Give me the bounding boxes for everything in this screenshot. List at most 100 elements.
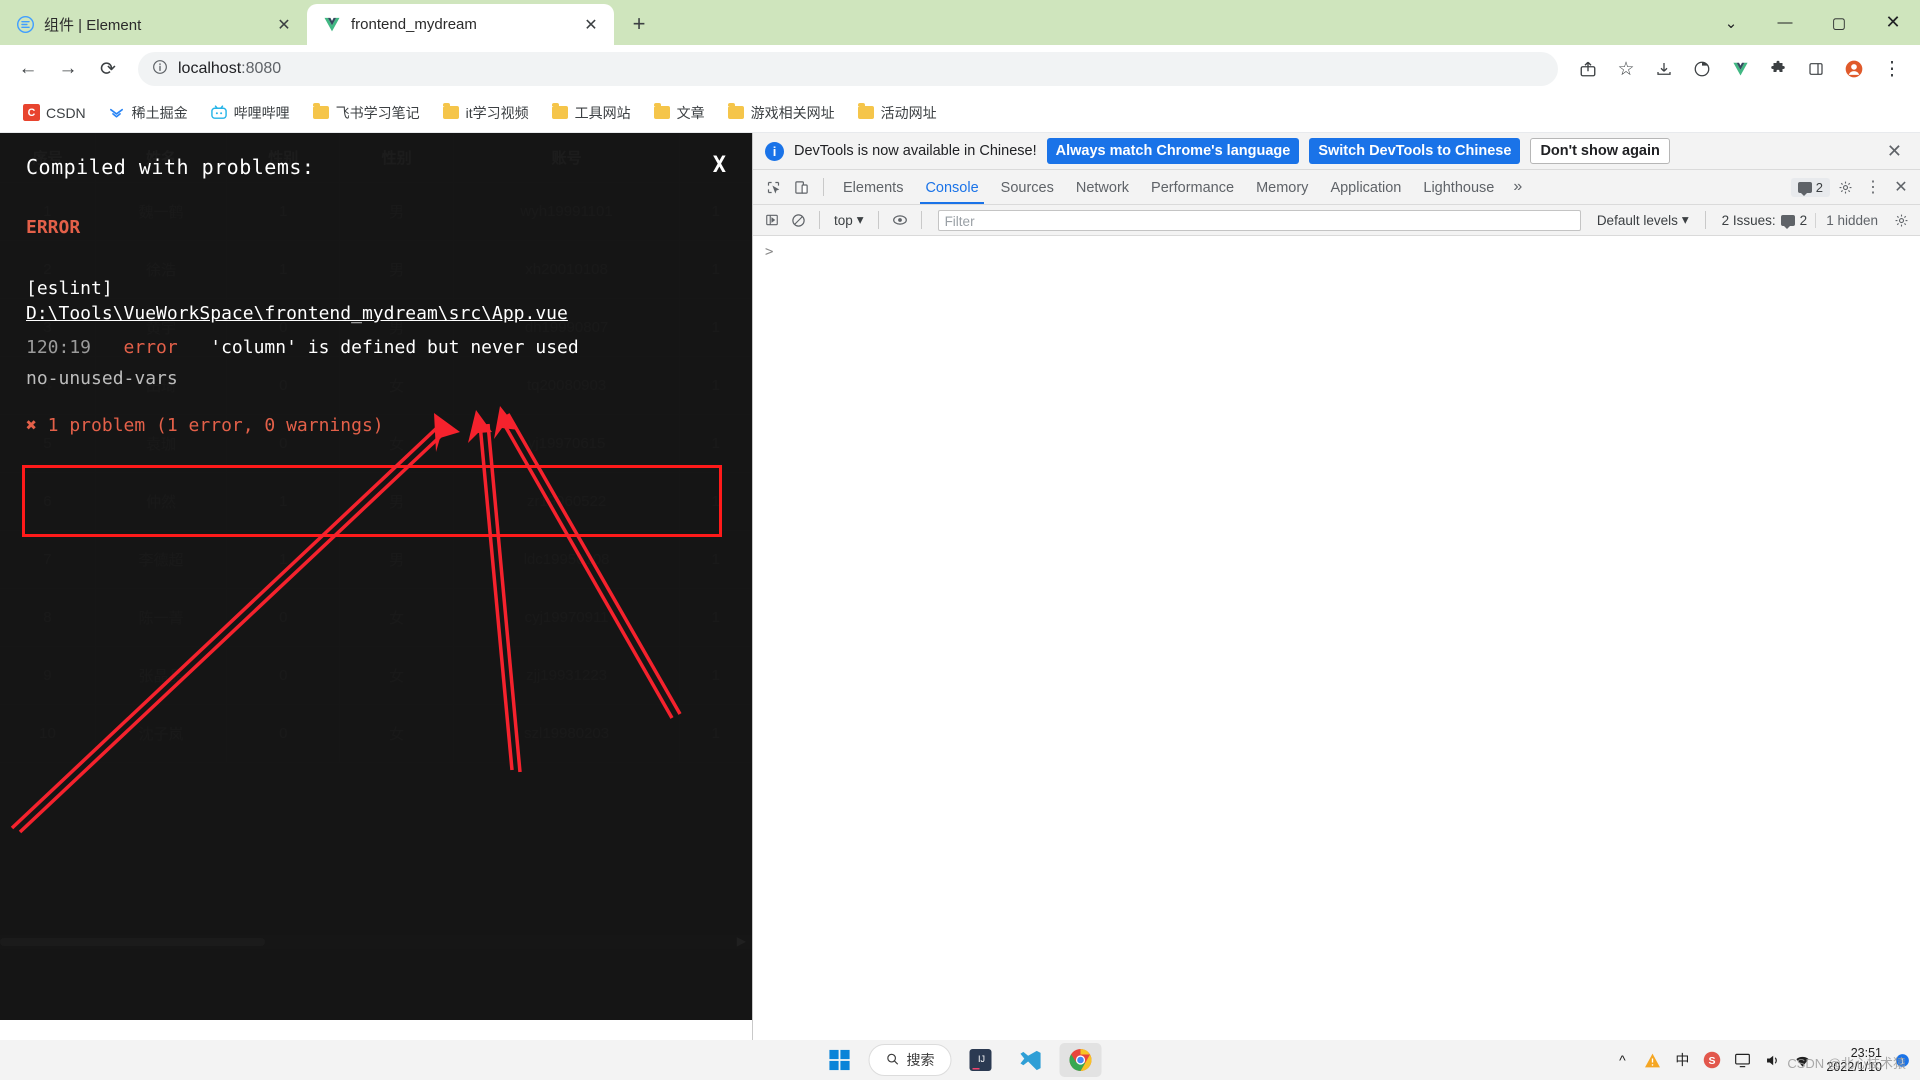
bookmark-csdn[interactable]: C CSDN (14, 100, 94, 126)
execution-context-selector[interactable]: top ▾ (828, 212, 870, 228)
divider (920, 211, 922, 229)
overlay-error-message: 120:19 error 'column' is defined but nev… (26, 337, 726, 358)
start-icon[interactable] (819, 1043, 861, 1077)
live-expression-icon[interactable] (887, 207, 913, 233)
annotation-highlight-box (22, 465, 722, 537)
always-match-language-button[interactable]: Always match Chrome's language (1046, 138, 1300, 164)
switch-devtools-language-button[interactable]: Switch DevTools to Chinese (1309, 138, 1521, 164)
taskbar-search[interactable]: 搜索 (868, 1044, 952, 1076)
ime-indicator[interactable]: 中 (1672, 1050, 1692, 1070)
console-output-area[interactable]: > (753, 237, 1920, 1040)
bookmark-label: 稀土掘金 (131, 104, 188, 121)
downloads-icon[interactable] (1646, 51, 1682, 87)
tab-network[interactable]: Network (1065, 172, 1140, 203)
clear-console-icon[interactable] (785, 207, 811, 233)
kebab-menu-icon[interactable]: ⋮ (1860, 174, 1886, 200)
overlay-rule-name: no-unused-vars (26, 368, 178, 389)
page-viewport: 序号 姓名 性别 性别 账号 1魏一鹤1男wyh1999110112徐浩1男xh… (0, 133, 1920, 1040)
browser-menu-button[interactable]: ⋮ (1874, 51, 1910, 87)
divider (877, 211, 879, 229)
close-window-button[interactable]: ✕ (1866, 0, 1920, 45)
folder-icon (551, 103, 569, 122)
display-icon[interactable] (1732, 1050, 1752, 1070)
warning-icon[interactable] (1642, 1050, 1662, 1070)
bookmark-activities[interactable]: 活动网址 (849, 99, 945, 127)
url-port: :8080 (241, 60, 282, 77)
vue-devtools-icon[interactable] (1722, 51, 1758, 87)
overlay-title: Compiled with problems: (26, 155, 315, 179)
console-filter-input[interactable]: Filter (937, 209, 1581, 231)
overlay-plugin-label: [eslint] (26, 278, 113, 299)
tab-title: frontend_mydream (351, 16, 477, 33)
chrome-icon[interactable] (1059, 1043, 1102, 1077)
tab-close-button[interactable]: ✕ (273, 14, 295, 36)
info-circle-icon[interactable] (152, 59, 168, 80)
chevron-up-icon[interactable]: ^ (1612, 1050, 1632, 1070)
divider (1704, 211, 1706, 229)
close-devtools-icon[interactable]: ✕ (1888, 174, 1914, 200)
browser-tab-element[interactable]: 组件 | Element ✕ (0, 4, 307, 45)
tab-elements[interactable]: Elements (832, 172, 914, 203)
tab-search-chevron-icon[interactable]: ⌄ (1704, 0, 1758, 45)
minimize-button[interactable]: — (1758, 0, 1812, 45)
bookmark-juejin[interactable]: 稀土掘金 (100, 99, 196, 127)
issues-indicator[interactable]: 2 Issues: 2 (1714, 212, 1816, 229)
console-settings-gear-icon[interactable] (1888, 207, 1914, 233)
bookmark-label: 工具网站 (574, 104, 631, 121)
chevron-down-icon: ▾ (1681, 212, 1689, 227)
back-button[interactable]: ← (10, 51, 46, 87)
intellij-idea-icon[interactable]: IJ (960, 1043, 1002, 1077)
profile-avatar[interactable] (1836, 51, 1872, 87)
overlay-file-path[interactable]: D:\Tools\VueWorkSpace\frontend_mydream\s… (26, 303, 726, 324)
new-tab-button[interactable]: + (622, 7, 656, 41)
tab-console[interactable]: Console (914, 172, 989, 204)
bookmark-bilibili[interactable]: 哔哩哔哩 (202, 99, 298, 127)
tab-application[interactable]: Application (1319, 172, 1412, 203)
taskbar-center: 搜索 IJ (819, 1043, 1102, 1077)
error-text: 'column' is defined but never used (210, 337, 579, 358)
dont-show-again-button[interactable]: Don't show again (1530, 138, 1670, 164)
console-sidebar-icon[interactable] (759, 207, 785, 233)
tab-close-button[interactable]: ✕ (580, 14, 602, 36)
share-icon[interactable] (1570, 51, 1606, 87)
bookmark-games[interactable]: 游戏相关网址 (719, 99, 843, 127)
bookmark-label: CSDN (46, 104, 86, 121)
overlay-close-button[interactable]: X (713, 153, 726, 178)
tab-memory[interactable]: Memory (1245, 172, 1319, 203)
device-toolbar-icon[interactable] (787, 174, 815, 200)
vscode-icon[interactable] (1010, 1043, 1052, 1077)
sogou-icon[interactable]: S (1702, 1050, 1722, 1070)
speech-bubble-icon (1797, 181, 1812, 196)
split-view-icon[interactable] (1798, 51, 1834, 87)
volume-icon[interactable] (1762, 1050, 1782, 1070)
bookmark-label: 游戏相关网址 (750, 104, 835, 121)
extension-shield-icon[interactable] (1684, 51, 1720, 87)
issues-count: 2 (1799, 212, 1808, 228)
bookmark-it-videos[interactable]: it学习视频 (434, 99, 537, 127)
address-bar[interactable]: localhost:8080 (138, 52, 1558, 86)
bookmark-feishu-notes[interactable]: 飞书学习笔记 (304, 99, 428, 127)
maximize-button[interactable]: ▢ (1812, 0, 1866, 45)
gear-icon[interactable] (1832, 174, 1858, 200)
bookmark-label: 文章 (676, 104, 705, 121)
close-icon[interactable]: ✕ (1879, 141, 1910, 162)
tab-sources[interactable]: Sources (990, 172, 1065, 203)
svg-text:C: C (27, 107, 35, 119)
divider (823, 178, 824, 196)
log-levels-selector[interactable]: Default levels ▾ (1589, 212, 1697, 228)
bookmark-articles[interactable]: 文章 (645, 99, 713, 127)
bookmark-star-icon[interactable]: ☆ (1608, 51, 1644, 87)
more-tabs-icon[interactable]: » (1505, 178, 1530, 196)
browser-tab-frontend-mydream[interactable]: frontend_mydream ✕ (307, 4, 614, 45)
bookmark-tools[interactable]: 工具网站 (543, 99, 639, 127)
forward-button[interactable]: → (50, 51, 86, 87)
tab-performance[interactable]: Performance (1140, 172, 1245, 203)
console-prompt[interactable]: > (753, 237, 1920, 267)
extensions-puzzle-icon[interactable] (1760, 51, 1796, 87)
error-severity: error (123, 337, 178, 358)
inspect-element-icon[interactable] (759, 174, 787, 200)
juejin-icon (108, 104, 126, 122)
tab-lighthouse[interactable]: Lighthouse (1412, 172, 1505, 203)
console-message-count-badge[interactable]: 2 (1790, 177, 1830, 197)
reload-button[interactable]: ⟳ (90, 51, 126, 87)
